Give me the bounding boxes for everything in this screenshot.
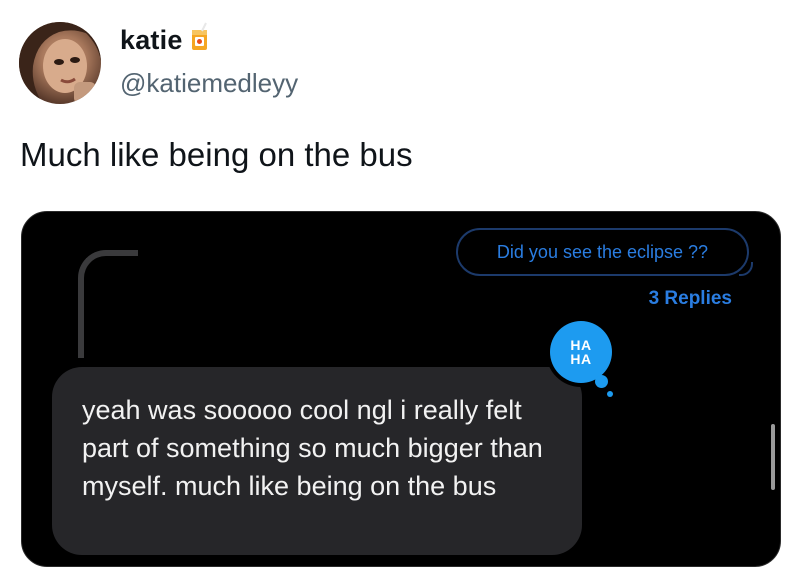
attached-screenshot[interactable]: Did you see the eclipse ?? 3 Replies yea… bbox=[21, 211, 781, 567]
reaction-tail-dot-small bbox=[607, 391, 613, 397]
display-name[interactable]: katie bbox=[120, 22, 211, 59]
message-text: yeah was sooooo cool ngl i really felt p… bbox=[82, 395, 543, 501]
reply-thread-line bbox=[78, 250, 138, 358]
quoted-message-text: Did you see the eclipse ?? bbox=[496, 241, 709, 262]
tweet-text: Much like being on the bus bbox=[20, 136, 413, 173]
haha-reaction-icon[interactable]: HA HA bbox=[550, 321, 612, 383]
profile-avatar[interactable] bbox=[19, 22, 101, 104]
tweet-card: katie @katiemedleyy Much like being on t… bbox=[0, 0, 800, 581]
user-handle[interactable]: @katiemedleyy bbox=[120, 68, 298, 99]
display-name-text: katie bbox=[120, 25, 183, 55]
message-bubble: yeah was sooooo cool ngl i really felt p… bbox=[52, 367, 582, 555]
quoted-message-bubble[interactable]: Did you see the eclipse ?? bbox=[456, 228, 753, 276]
reaction-line-1: HA bbox=[570, 337, 592, 353]
reaction-tail-dot-large bbox=[595, 375, 608, 388]
replies-link[interactable]: 3 Replies bbox=[649, 288, 732, 310]
avatar-photo-icon bbox=[19, 22, 101, 104]
reaction-line-2: HA bbox=[570, 351, 592, 367]
scrollbar[interactable] bbox=[771, 424, 775, 490]
juice-box-icon bbox=[189, 22, 211, 59]
